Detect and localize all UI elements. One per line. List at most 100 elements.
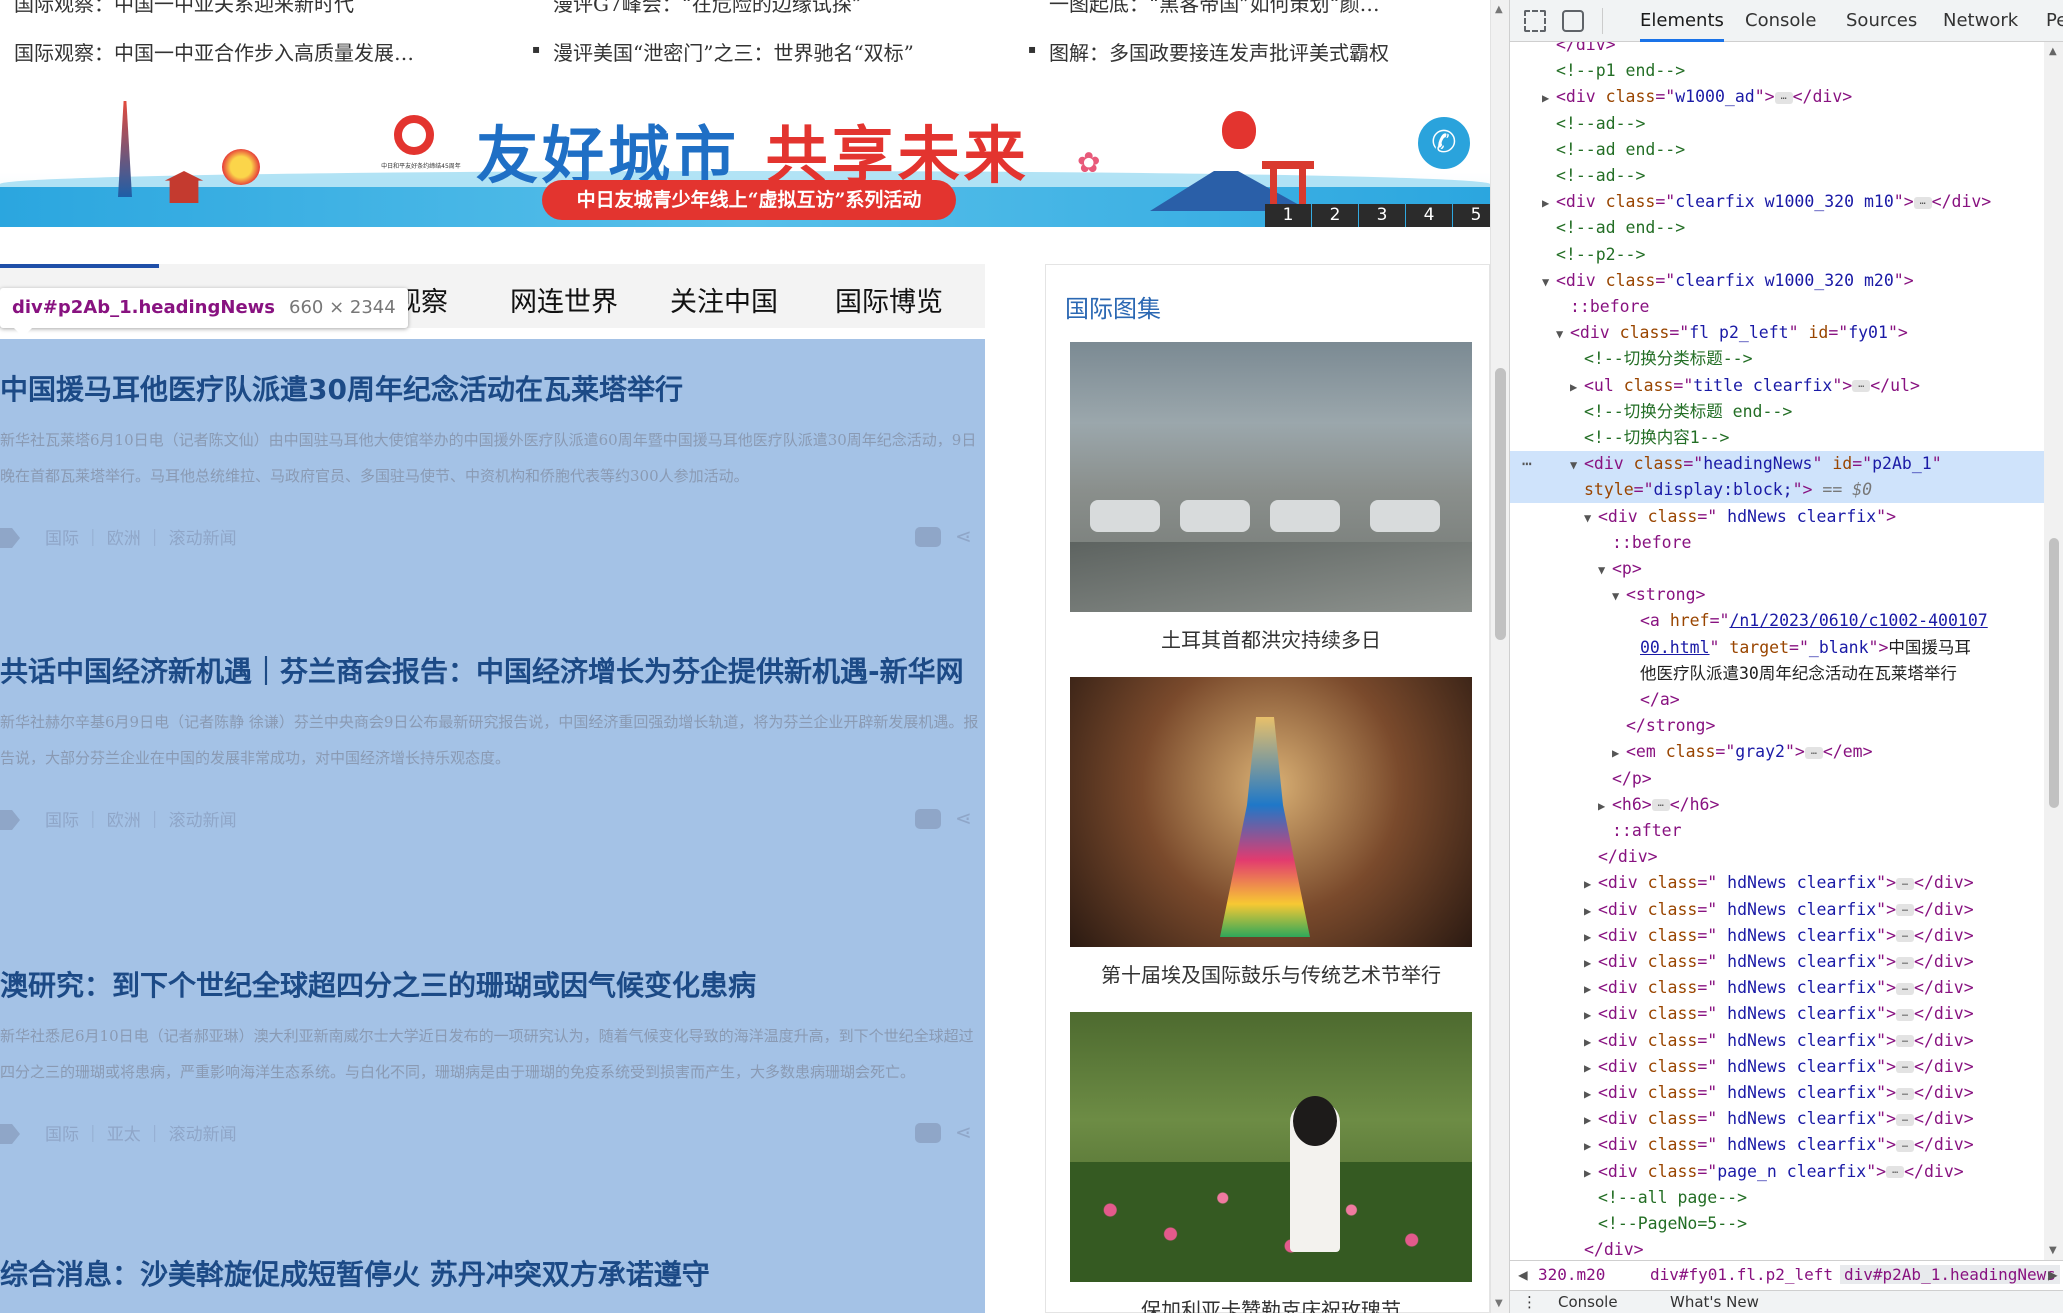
scroll-down-arrow-icon[interactable]: ▼ (1495, 1298, 1503, 1309)
ellipsis-expand-icon[interactable]: … (1886, 1166, 1905, 1179)
ellipsis-expand-icon[interactable]: … (1896, 1035, 1915, 1048)
breadcrumb-item-active[interactable]: div#p2Ab_1.headingNews (1840, 1265, 2060, 1284)
ellipsis-expand-icon[interactable]: … (1852, 380, 1871, 393)
drawer-tab-console[interactable]: Console (1558, 1293, 1618, 1311)
tab-performance[interactable]: Pe (2046, 0, 2063, 42)
friendship-city-banner[interactable]: 中日和平友好条约缔结45周年 友好城市 共享未来 中日友城青少年线上“虚拟互访”… (0, 91, 1490, 227)
gallery-photo-dance[interactable] (1070, 677, 1472, 947)
scroll-up-arrow-icon[interactable]: ▲ (2049, 46, 2057, 57)
slide-button-2[interactable]: 2 (1312, 204, 1358, 227)
breadcrumb-right-arrow-icon[interactable]: ▶ (2048, 1265, 2058, 1284)
scroll-up-arrow-icon[interactable]: ▲ (1495, 4, 1503, 15)
dom-node[interactable]: ▼ <div class="fl p2_left" id="fy01"> (1510, 320, 2044, 346)
ellipsis-expand-icon[interactable]: … (1896, 956, 1915, 969)
ellipsis-expand-icon[interactable]: … (1896, 904, 1915, 917)
article-tags[interactable]: 国际 ｜ 欧洲 ｜ 滚动新闻 (45, 806, 237, 831)
expanded-arrow-icon[interactable]: ▼ (1542, 269, 1556, 295)
ellipsis-expand-icon[interactable]: … (1896, 1008, 1915, 1021)
collapsed-arrow-icon[interactable]: ▶ (1584, 1081, 1598, 1107)
expanded-arrow-icon[interactable]: ▼ (1598, 557, 1612, 583)
breadcrumb-item[interactable]: 320.m20 (1538, 1265, 1605, 1284)
dom-node[interactable]: ▶ <div class=" hdNews clearfix">… </div> (1510, 897, 2044, 923)
collapsed-arrow-icon[interactable]: ▶ (1542, 85, 1556, 111)
tab-elements[interactable]: Elements (1640, 0, 1724, 42)
dom-node[interactable]: ▶ <div class="clearfix w1000_320 m10">… </… (1510, 189, 2044, 215)
ellipsis-expand-icon[interactable]: … (1774, 91, 1793, 104)
tab-sources[interactable]: Sources (1846, 0, 1917, 42)
dom-node[interactable]: <!--PageNo=5--> (1510, 1211, 2044, 1237)
scroll-down-arrow-icon[interactable]: ▼ (2049, 1245, 2057, 1256)
tab-focus-china[interactable]: 关注中国 (670, 280, 778, 319)
ellipsis-expand-icon[interactable]: … (1896, 1139, 1915, 1152)
dom-node[interactable]: <!--切换分类标题 end--> (1510, 399, 2044, 425)
dom-node[interactable]: 00.html" target="_blank">中国援马耳 (1510, 635, 2044, 661)
ellipsis-expand-icon[interactable]: … (1913, 196, 1932, 209)
comment-icon[interactable] (915, 1123, 941, 1143)
dom-node[interactable]: ▼ <strong> (1510, 582, 2044, 608)
dom-node[interactable]: ▶ <div class=" hdNews clearfix">… </div> (1510, 1106, 2044, 1132)
collapsed-arrow-icon[interactable]: ▶ (1584, 976, 1598, 1002)
breadcrumb-item[interactable]: div#fy01.fl.p2_left (1650, 1265, 1833, 1284)
dom-node[interactable]: ▶ <ul class="title clearfix">… </ul> (1510, 373, 2044, 399)
dom-node[interactable]: ▶ <div class=" hdNews clearfix">… </div> (1510, 1028, 2044, 1054)
ellipsis-expand-icon[interactable]: … (1804, 746, 1823, 759)
collapsed-arrow-icon[interactable]: ▶ (1584, 950, 1598, 976)
ellipsis-expand-icon[interactable]: … (1896, 930, 1915, 943)
dom-node[interactable]: <!--ad--> (1510, 163, 2044, 189)
slide-button-1[interactable]: 1 (1265, 204, 1311, 227)
dom-node[interactable]: </div> (1510, 1237, 2044, 1260)
top-link[interactable]: 国际观察：中国一中亚合作步入高质量发展… (14, 37, 414, 66)
top-link[interactable]: 漫评美国“泄密门”之三：世界驰名“双标” (553, 37, 914, 66)
collapsed-arrow-icon[interactable]: ▶ (1584, 1002, 1598, 1028)
collapsed-arrow-icon[interactable]: ▶ (1612, 740, 1626, 766)
dom-node[interactable]: <!--ad end--> (1510, 137, 2044, 163)
top-link[interactable]: 国际观察：中国一中亚关系迎来新时代 (14, 0, 354, 17)
expanded-arrow-icon[interactable]: ▼ (1612, 583, 1626, 609)
dom-node-selected[interactable]: ▼ <div class="headingNews" id="p2Ab_1" ⋯ (1510, 451, 2044, 478)
tab-international-expo[interactable]: 国际博览 (835, 280, 943, 319)
ellipsis-expand-icon[interactable]: … (1651, 799, 1670, 812)
gallery-title[interactable]: 国际图集 (1065, 289, 1161, 324)
dom-node[interactable]: ▼ <p> (1510, 556, 2044, 582)
slide-button-5[interactable]: 5 (1453, 204, 1490, 227)
gallery-caption[interactable]: 土耳其首都洪灾持续多日 (1070, 624, 1472, 653)
dom-node[interactable]: <!--p2--> (1510, 242, 2044, 268)
article-tags[interactable]: 国际 ｜ 欧洲 ｜ 滚动新闻 (45, 524, 237, 549)
slide-button-3[interactable]: 3 (1359, 204, 1405, 227)
devtools-scrollbar-thumb[interactable] (2049, 538, 2059, 808)
collapsed-arrow-icon[interactable]: ▶ (1584, 924, 1598, 950)
collapsed-arrow-icon[interactable]: ▶ (1584, 1055, 1598, 1081)
phone-icon[interactable]: ✆ (1414, 113, 1474, 173)
dom-node[interactable]: <!--切换内容1--> (1510, 425, 2044, 451)
top-link[interactable]: 一图起底：“黑客帝国”如何策划“颜… (1049, 0, 1380, 17)
dom-node[interactable]: ▶ <div class=" hdNews clearfix">… </div> (1510, 1080, 2044, 1106)
collapsed-arrow-icon[interactable]: ▶ (1584, 898, 1598, 924)
ellipsis-expand-icon[interactable]: … (1896, 1087, 1915, 1100)
dom-node[interactable]: ▶ <div class="w1000_ad">… </div> (1510, 84, 2044, 110)
dom-node[interactable]: <!--ad end--> (1510, 215, 2044, 241)
dom-node[interactable]: </p> (1510, 766, 2044, 792)
dom-node-selected[interactable]: style="display:block;"> == $0 (1510, 477, 2044, 504)
node-options-icon[interactable]: ⋯ (1522, 451, 1532, 477)
collapsed-arrow-icon[interactable]: ▶ (1584, 1133, 1598, 1159)
dom-node[interactable]: ▼ <div class="clearfix w1000_320 m20"> (1510, 268, 2044, 294)
dom-node[interactable]: <!--ad--> (1510, 111, 2044, 137)
ellipsis-expand-icon[interactable]: … (1896, 982, 1915, 995)
device-toolbar-icon[interactable] (1562, 10, 1584, 32)
expanded-arrow-icon[interactable]: ▼ (1570, 452, 1584, 478)
dom-node[interactable]: ▶ <em class="gray2">… </em> (1510, 739, 2044, 765)
collapsed-arrow-icon[interactable]: ▶ (1584, 871, 1598, 897)
drawer-tab-whats-new[interactable]: What's New (1670, 1293, 1759, 1311)
dom-node[interactable]: ::before (1510, 294, 2044, 320)
top-link[interactable]: 图解：多国政要接连发声批评美式霸权 (1049, 37, 1389, 66)
gallery-item[interactable]: 土耳其首都洪灾持续多日 (1070, 342, 1472, 653)
breadcrumb-left-arrow-icon[interactable]: ◀ (1518, 1265, 1528, 1284)
ellipsis-expand-icon[interactable]: … (1896, 877, 1915, 890)
devtools-scrollbar[interactable]: ▲ ▼ (2044, 42, 2063, 1260)
comment-icon[interactable] (915, 809, 941, 829)
dom-node[interactable]: <!--切换分类标题--> (1510, 346, 2044, 372)
gallery-caption[interactable]: 第十届埃及国际鼓乐与传统艺术节举行 (1070, 959, 1472, 988)
slide-button-4[interactable]: 4 (1406, 204, 1452, 227)
ellipsis-expand-icon[interactable]: … (1896, 1061, 1915, 1074)
dom-node[interactable]: ▼ <div class=" hdNews clearfix"> (1510, 504, 2044, 530)
